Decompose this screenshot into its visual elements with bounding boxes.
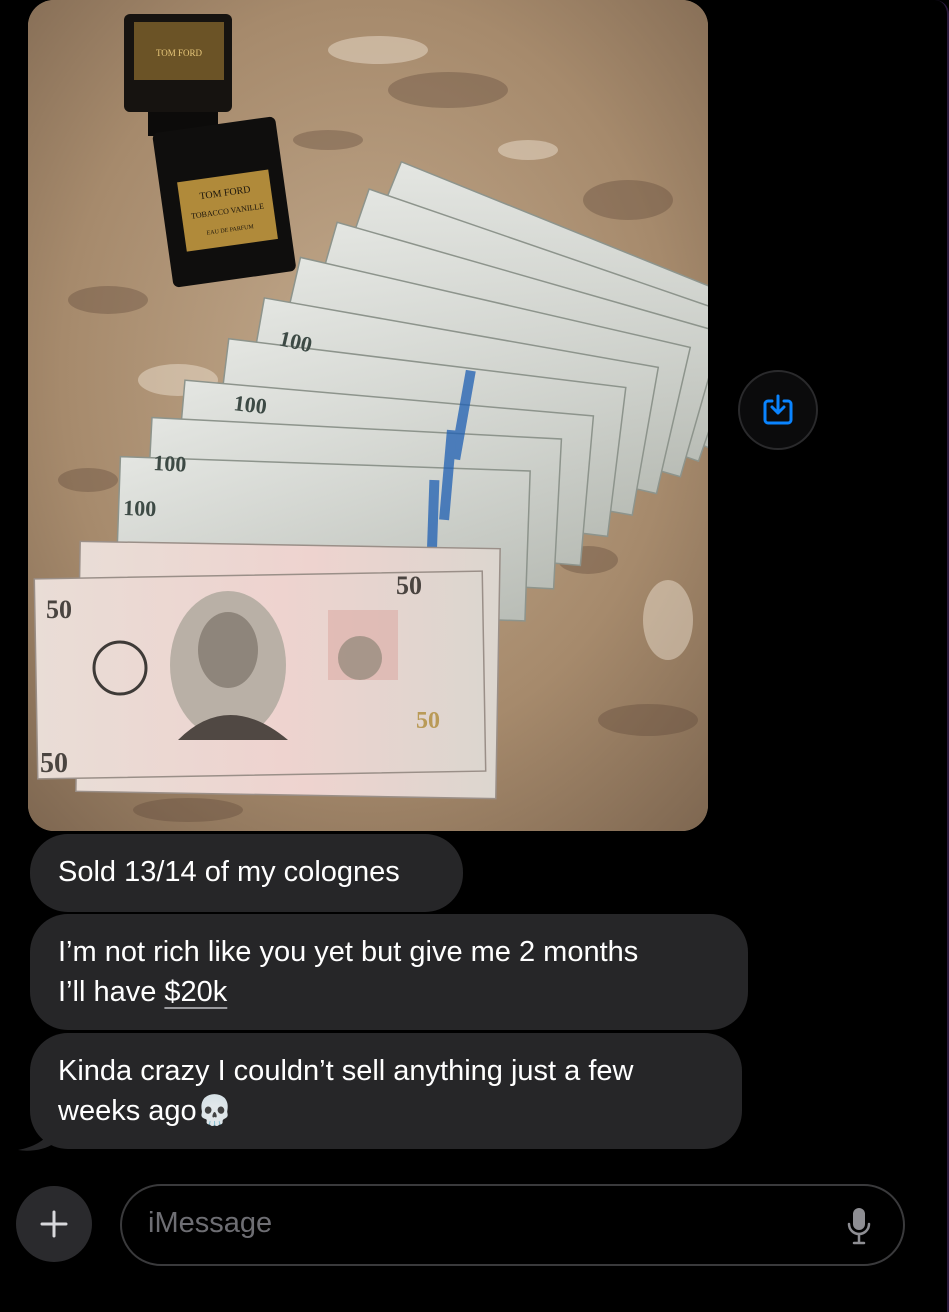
svg-text:100: 100 (232, 390, 268, 419)
message-text: Sold 13/14 of my colognes (58, 856, 400, 888)
bubble-tail (18, 1118, 56, 1151)
money-amount-link[interactable]: $20k (164, 976, 227, 1008)
photo-message[interactable]: TOM FORD TOM FORD TOBACCO VANILLE EAU DE… (28, 0, 708, 831)
message-bubble[interactable]: I’m not rich like you yet but give me 2 … (30, 914, 748, 1030)
message-text: Kinda crazy I couldn’t sell anything jus… (58, 1055, 634, 1087)
message-bubble[interactable]: Kinda crazy I couldn’t sell anything jus… (30, 1033, 742, 1149)
svg-text:100: 100 (153, 450, 187, 477)
photo-image: TOM FORD TOM FORD TOBACCO VANILLE EAU DE… (28, 0, 708, 831)
svg-text:50: 50 (396, 571, 422, 600)
fifty-dollar-bills: 50 50 50 50 (33, 540, 501, 800)
input-placeholder: iMessage (148, 1207, 273, 1239)
plus-icon (40, 1210, 68, 1238)
imessage-input[interactable]: iMessage (120, 1184, 905, 1266)
svg-text:50: 50 (40, 748, 68, 779)
svg-text:50: 50 (46, 595, 72, 624)
microphone-icon[interactable] (845, 1206, 873, 1246)
save-to-photos-icon (763, 394, 793, 425)
message-text: I’ll have (58, 976, 165, 1008)
window-edge (935, 0, 949, 1312)
skull-emoji: 💀 (196, 1095, 233, 1127)
message-bubble[interactable]: Sold 13/14 of my colognes (30, 834, 463, 912)
svg-text:TOM FORD: TOM FORD (156, 48, 203, 58)
svg-text:50: 50 (416, 708, 440, 734)
svg-text:100: 100 (123, 495, 157, 521)
apps-plus-button[interactable] (16, 1186, 92, 1262)
message-text: weeks ago (58, 1095, 197, 1127)
message-text: I’m not rich like you yet but give me 2 … (58, 936, 639, 968)
save-photo-button[interactable] (738, 370, 818, 450)
